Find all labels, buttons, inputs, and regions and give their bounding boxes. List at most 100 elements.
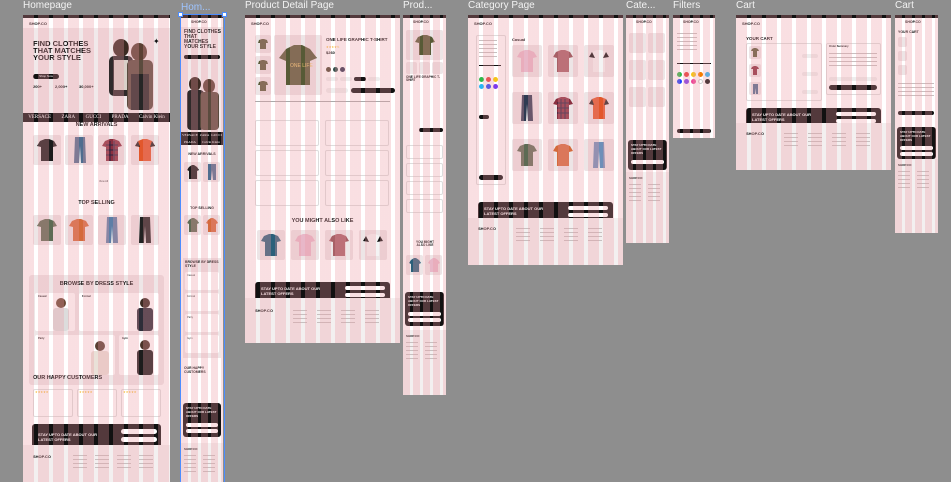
color-swatch[interactable] [684, 72, 689, 77]
logo[interactable]: SHOP.CO [683, 20, 699, 24]
frame-category[interactable]: SHOP.CO Casual STAY UPTO DATE ABOUT OUR … [468, 15, 623, 265]
size-option-selected[interactable] [354, 77, 366, 81]
footer-logo[interactable]: SHOP.CO [629, 176, 642, 180]
logo[interactable]: SHOP.CO [413, 20, 429, 24]
add-to-cart-button[interactable] [419, 128, 443, 132]
color-swatch[interactable] [486, 77, 491, 82]
color-swatch[interactable] [493, 77, 498, 82]
logo[interactable]: SHOP.CO [251, 21, 269, 26]
size-option[interactable] [340, 77, 352, 81]
shop-now-button[interactable]: Shop Now [33, 74, 59, 79]
footer-logo[interactable]: SHOP.CO [478, 226, 496, 231]
color-swatch[interactable] [479, 84, 484, 89]
newsletter-email-input[interactable] [121, 429, 157, 434]
color-swatch[interactable] [486, 84, 491, 89]
newsletter-email-input[interactable] [408, 312, 441, 316]
frame-label-category-mobile[interactable]: Cate... [626, 0, 655, 11]
resize-handle[interactable] [222, 12, 227, 17]
frame-cart[interactable]: SHOP.CO YOUR CART Order Summary STAY UPT… [736, 15, 891, 170]
frame-label-filters[interactable]: Filters [673, 0, 700, 11]
color-swatch[interactable] [326, 67, 331, 72]
brand-gucci: GUCCI [85, 115, 102, 120]
frame-product-detail[interactable]: SHOP.CO ONE LIFE ONE LIFE GRAPHIC T-SHIR… [245, 15, 400, 343]
quantity-stepper[interactable] [802, 54, 818, 58]
thumbnail[interactable] [419, 62, 430, 74]
color-swatch[interactable] [677, 72, 682, 77]
frame-label-homepage-mobile[interactable]: Hom... [181, 2, 210, 13]
frame-filters[interactable]: SHOP.CO [673, 15, 715, 138]
logo[interactable]: SHOP.CO [29, 21, 47, 26]
color-swatch[interactable] [493, 84, 498, 89]
subscribe-button[interactable] [568, 213, 608, 217]
thumbnail[interactable] [406, 62, 417, 74]
color-swatch[interactable] [705, 72, 710, 77]
color-swatch[interactable] [677, 79, 682, 84]
footer-logo[interactable]: SHOP.CO [746, 131, 764, 136]
logo[interactable]: SHOP.CO [742, 21, 760, 26]
size-chip[interactable] [479, 115, 489, 119]
color-swatch[interactable] [479, 77, 484, 82]
logo[interactable]: SHOP.CO [474, 21, 492, 26]
newsletter-email-input[interactable] [900, 146, 933, 150]
newsletter-email-input[interactable] [631, 160, 664, 164]
apply-filter-button[interactable] [677, 129, 711, 133]
frame-label-product-detail[interactable]: Product Detail Page [245, 0, 334, 11]
footer-logo[interactable]: SHOP.CO [33, 454, 51, 459]
logo[interactable]: SHOP.CO [905, 20, 921, 24]
product-tile[interactable] [629, 87, 646, 107]
footer-logo[interactable]: SHOP.CO [406, 334, 419, 338]
newsletter-email-input[interactable] [568, 206, 608, 210]
quantity-stepper[interactable] [326, 88, 348, 93]
star-rating-icon: ★★★★★ [79, 390, 93, 394]
view-all-link[interactable]: View All [99, 180, 108, 183]
price-slider[interactable] [677, 63, 711, 64]
newsletter-email-input[interactable] [836, 112, 876, 116]
frame-label-cart-mobile[interactable]: Cart [895, 0, 914, 11]
frame-homepage[interactable]: SHOP.CO FIND CLOTHES THAT MATCHES YOUR S… [23, 15, 170, 482]
price-slider[interactable] [479, 65, 501, 66]
color-swatch[interactable] [698, 79, 703, 84]
size-option[interactable] [368, 77, 380, 81]
subscribe-button[interactable] [408, 318, 441, 322]
color-swatch[interactable] [333, 67, 338, 72]
quantity-stepper[interactable] [802, 90, 818, 94]
color-swatch[interactable] [698, 72, 703, 77]
selection-outline[interactable] [180, 14, 225, 482]
frame-label-category[interactable]: Category Page [468, 0, 535, 11]
color-swatch[interactable] [691, 72, 696, 77]
product-tile[interactable] [648, 60, 665, 80]
frame-label-product-mobile[interactable]: Prod... [403, 0, 432, 11]
casual-model-image [53, 298, 69, 331]
product-tile[interactable] [629, 33, 646, 53]
color-swatch[interactable] [691, 79, 696, 84]
color-swatch[interactable] [705, 79, 710, 84]
frame-category-mobile[interactable]: SHOP.CO STAY UPTO DATE ABOUT OUR LATEST … [626, 15, 669, 243]
color-swatch[interactable] [684, 79, 689, 84]
design-canvas[interactable]: Homepage Hom... Product Detail Page Prod… [0, 0, 951, 482]
subscribe-button[interactable] [345, 293, 385, 297]
thumbnail[interactable] [432, 62, 443, 74]
checkout-button[interactable] [829, 85, 877, 90]
quantity-stepper[interactable] [802, 72, 818, 76]
size-option[interactable] [326, 77, 338, 81]
newsletter-email-input[interactable] [345, 286, 385, 290]
color-swatch[interactable] [340, 67, 345, 72]
frame-cart-mobile[interactable]: SHOP.CO YOUR CART STAY UPTO DATE ABOUT O… [895, 15, 938, 233]
footer-logo[interactable]: SHOP.CO [255, 308, 273, 313]
apply-filter-button[interactable] [479, 175, 503, 180]
subscribe-button[interactable] [900, 152, 933, 156]
add-to-cart-button[interactable] [351, 88, 395, 93]
product-tile[interactable] [648, 33, 665, 53]
newsletter-banner: STAY UPTO DATE ABOUT OUR LATEST OFFERS [628, 140, 667, 170]
frame-label-cart[interactable]: Cart [736, 0, 755, 11]
checkout-button[interactable] [898, 111, 934, 115]
resize-handle[interactable] [178, 12, 183, 17]
frame-label-homepage[interactable]: Homepage [23, 0, 72, 11]
footer-logo[interactable]: SHOP.CO [898, 163, 911, 167]
promo-code-input[interactable] [829, 77, 877, 81]
subscribe-button[interactable] [121, 437, 157, 442]
frame-product-mobile[interactable]: SHOP.CO ONE LIFE GRAPHIC T-SHIRT YOU MIG… [403, 15, 446, 395]
product-tile[interactable] [648, 87, 665, 107]
logo[interactable]: SHOP.CO [636, 20, 652, 24]
product-tile[interactable] [629, 60, 646, 80]
